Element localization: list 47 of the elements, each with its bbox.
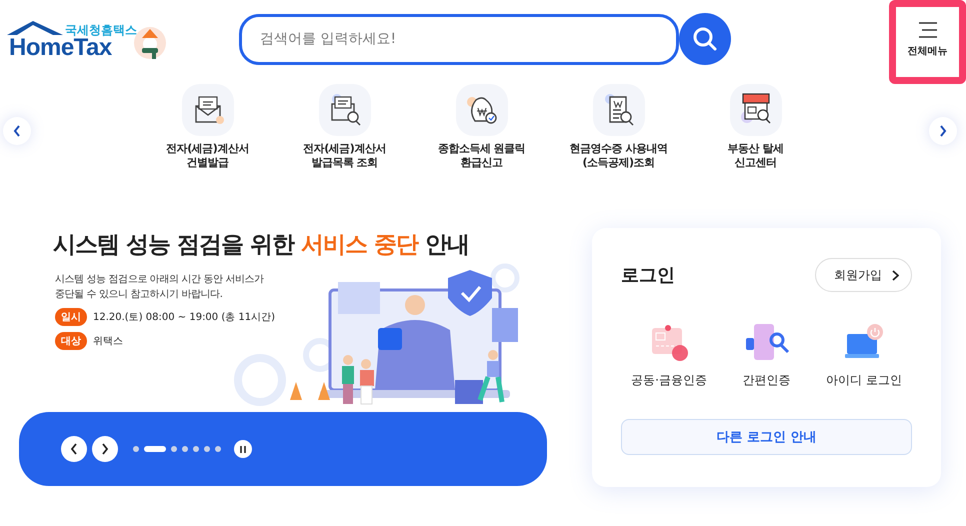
quick-link[interactable]: 부동산 탈세 신고센터 bbox=[687, 84, 824, 171]
pause-icon bbox=[240, 446, 246, 452]
next-slide-button[interactable] bbox=[92, 436, 118, 462]
pause-button[interactable] bbox=[234, 440, 252, 458]
detail-text: 12.20.(토) 08:00 ~ 19:00 (총 11시간) bbox=[93, 311, 276, 324]
detail-tag: 대상 bbox=[55, 332, 87, 350]
slide-indicator[interactable] bbox=[144, 446, 166, 452]
chevron-left-icon bbox=[13, 125, 21, 137]
slide-indicator[interactable] bbox=[204, 446, 210, 452]
quick-link[interactable]: 현금영수증 사용내역 (소득공제)조회 bbox=[550, 84, 687, 171]
menu-icon bbox=[916, 22, 938, 38]
menu-button[interactable]: 전체메뉴 bbox=[889, 0, 966, 84]
receipt-icon bbox=[592, 84, 644, 136]
detail-text: 위택스 bbox=[93, 335, 123, 348]
signup-button[interactable]: 회원가입 bbox=[815, 258, 912, 292]
house-roof-icon bbox=[5, 20, 65, 36]
store-icon bbox=[730, 84, 782, 136]
slide-indicator[interactable] bbox=[215, 446, 221, 452]
login-option[interactable]: 공동·금융인증 bbox=[621, 320, 717, 389]
previous-slide-button[interactable] bbox=[61, 436, 87, 462]
search-button[interactable] bbox=[679, 13, 731, 65]
login-option[interactable]: 아이디 로그인 bbox=[816, 320, 912, 389]
login-option[interactable]: 간편인증 bbox=[718, 320, 814, 389]
search-icon bbox=[692, 26, 718, 52]
money-bag-icon bbox=[456, 84, 508, 136]
other-login-button[interactable]: 다른 로그인 안내 bbox=[621, 419, 912, 455]
detail-tag: 일시 bbox=[55, 308, 87, 326]
banner-title: 시스템 성능 점검을 위한 서비스 중단 안내 bbox=[53, 231, 470, 260]
next-arrow-button[interactable] bbox=[929, 117, 957, 145]
quick-link[interactable]: 종합소득세 원클릭 환급신고 bbox=[413, 84, 550, 171]
slide-indicator[interactable] bbox=[171, 446, 177, 452]
slide-indicator[interactable] bbox=[133, 446, 139, 452]
quick-link[interactable]: 전자(세금)계산서 건별발급 bbox=[139, 84, 276, 171]
chevron-left-icon bbox=[70, 443, 78, 455]
logo-subtitle: 국세청홈택스 bbox=[65, 22, 137, 38]
quick-link[interactable]: 전자(세금)계산서 발급목록 조회 bbox=[276, 84, 413, 171]
chevron-right-icon bbox=[101, 443, 109, 455]
tax-envelope-icon bbox=[182, 84, 234, 136]
chevron-right-icon bbox=[892, 270, 899, 280]
previous-arrow-button[interactable] bbox=[3, 117, 31, 145]
chevron-right-icon bbox=[939, 125, 947, 137]
slide-indicator[interactable] bbox=[182, 446, 188, 452]
search-field[interactable]: 검색어를 입력하세요! bbox=[239, 14, 679, 64]
banner-description: 시스템 성능 점검으로 아래의 시간 동안 서비스가 중단될 수 있으니 참고하시기 바랍니다. bbox=[55, 273, 265, 302]
login-title: 로그인 bbox=[621, 264, 675, 287]
slide-indicator[interactable] bbox=[193, 446, 199, 452]
tax-search-icon bbox=[318, 84, 370, 136]
